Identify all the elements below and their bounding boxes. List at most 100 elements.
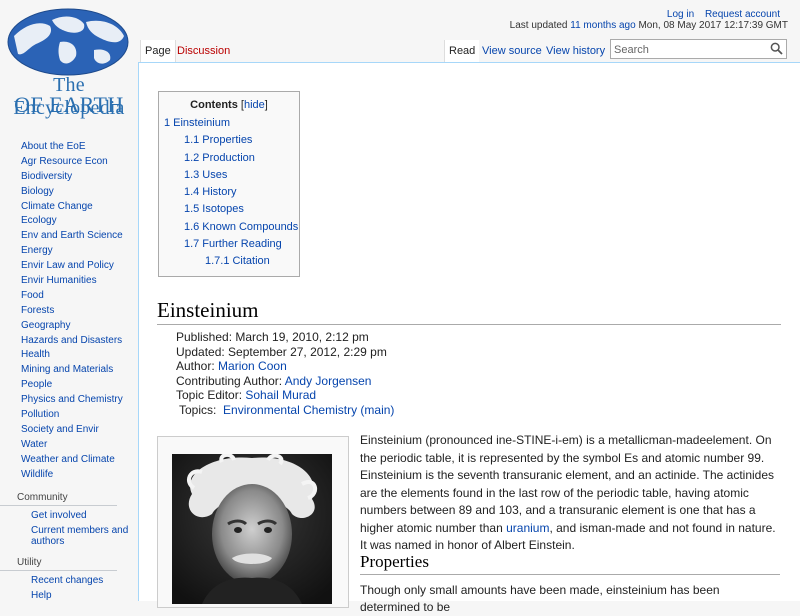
sidebar-item-water[interactable]: Water: [0, 438, 138, 453]
intro-text-1: Einsteinium (pronounced ine-STINE-i-em) …: [360, 433, 775, 535]
sidebar-item-envir-humanities[interactable]: Envir Humanities: [0, 274, 138, 289]
toc-label: Production: [202, 151, 255, 164]
toc-link[interactable]: 1.1 Properties: [184, 134, 252, 146]
community-list: Get involved Current members and authors: [0, 510, 138, 547]
toc-title-text: Contents: [190, 99, 238, 111]
request-account-link[interactable]: Request account: [705, 9, 780, 20]
toc-link[interactable]: 1.5 Isotopes: [184, 203, 244, 215]
editor-label: Topic Editor:: [176, 388, 243, 402]
logo-text-bottom: OF EARTH: [14, 92, 124, 117]
author-link[interactable]: Marion Coon: [218, 359, 287, 373]
sidebar-item-biology[interactable]: Biology: [0, 185, 138, 200]
sidebar-item-forests[interactable]: Forests: [0, 304, 138, 319]
personal-tools: Log in Request account: [659, 9, 780, 20]
sidebar-item-pollution[interactable]: Pollution: [0, 408, 138, 423]
toc-title: Contents [hide]: [190, 99, 268, 111]
toc-item[interactable]: 1.3 Uses: [159, 167, 299, 184]
toc-item[interactable]: 1.1 Properties: [159, 132, 299, 149]
sidebar-item-ecology[interactable]: Ecology: [0, 214, 138, 229]
toc-link[interactable]: 1 Einsteinium: [164, 117, 230, 129]
toc-hide-link[interactable]: hide: [244, 99, 265, 111]
table-of-contents: Contents [hide] 1 Einsteinium 1.1 Propertie…: [158, 91, 300, 277]
sidebar-item-geography[interactable]: Geography: [0, 319, 138, 334]
topic-editor-link[interactable]: Sohail Murad: [245, 388, 316, 402]
sidebar-item-people[interactable]: People: [0, 378, 138, 393]
utility-heading: Utility: [0, 557, 117, 572]
toc-label: Further Reading: [202, 238, 282, 251]
toc-item[interactable]: 1.2 Production: [159, 150, 299, 167]
sidebar-item-weather-and-climate[interactable]: Weather and Climate: [0, 453, 138, 468]
toc-link[interactable]: 1.2 Production: [184, 152, 255, 164]
sidebar-item-about-the-eoe[interactable]: About the EoE: [0, 140, 138, 155]
toc-label: Isotopes: [202, 203, 244, 216]
site-logo[interactable]: The Encyclopedia OF EARTH: [0, 0, 138, 120]
sidebar-item-climate-change[interactable]: Climate Change: [0, 200, 138, 215]
tab-page[interactable]: Page: [140, 40, 176, 62]
tab-read[interactable]: Read: [444, 40, 480, 62]
sidebar-item-mining-and-materials[interactable]: Mining and Materials: [0, 363, 138, 378]
portrait-image[interactable]: [172, 454, 332, 604]
sidebar-item-society-and-envir[interactable]: Society and Envir: [0, 423, 138, 438]
topics-label: Topics:: [179, 402, 217, 417]
sidebar-item-agr-resource-econ[interactable]: Agr Resource Econ: [0, 155, 138, 170]
last-updated-prefix: Last updated: [509, 20, 568, 31]
toc-link[interactable]: 1.7 Further Reading: [184, 238, 282, 250]
toc-item[interactable]: 1 Einsteinium: [159, 115, 299, 132]
sidebar-item-envir-law-and-policy[interactable]: Envir Law and Policy: [0, 259, 138, 274]
properties-text: Though only small amounts have been made…: [360, 583, 720, 614]
toc-number: 1: [164, 117, 171, 129]
search-input[interactable]: [611, 41, 767, 59]
sidebar-item-energy[interactable]: Energy: [0, 244, 138, 259]
sidebar-item-biodiversity[interactable]: Biodiversity: [0, 170, 138, 185]
sidebar-item-physics-and-chemistry[interactable]: Physics and Chemistry: [0, 393, 138, 408]
search-icon[interactable]: [770, 42, 783, 55]
toc-item[interactable]: 1.4 History: [159, 184, 299, 201]
utility-list: Recent changes Help: [0, 575, 138, 601]
image-frame: [157, 436, 349, 608]
community-item-current-members-and-authors[interactable]: Current members and authors: [0, 525, 131, 547]
sidebar-item-env-and-earth-science[interactable]: Env and Earth Science: [0, 229, 138, 244]
globe-icon: [7, 8, 129, 76]
toc-label: Uses: [202, 168, 228, 181]
toc-link[interactable]: 1.4 History: [184, 186, 237, 198]
toc-item[interactable]: 1.7 Further Reading: [159, 236, 299, 253]
toc-number: 1.3: [184, 168, 200, 181]
toc-number: 1.6: [184, 220, 200, 233]
sidebar-item-wildlife[interactable]: Wildlife: [0, 468, 138, 483]
search-box: [610, 39, 787, 59]
toc-list: 1 Einsteinium 1.1 Properties 1.2 Production 1.…: [159, 115, 299, 271]
contributing-author-link[interactable]: Andy Jorgensen: [285, 374, 372, 388]
toc-label: Known Compounds: [202, 220, 299, 233]
tab-view-source[interactable]: View source: [478, 40, 546, 62]
toc-link[interactable]: 1.3 Uses: [184, 169, 227, 181]
toc-item[interactable]: 1.6 Known Compounds: [159, 219, 299, 236]
uranium-link[interactable]: uranium: [506, 521, 549, 535]
toc-label: Einsteinium: [173, 117, 230, 129]
community-heading: Community: [0, 492, 117, 507]
toc-number: 1.5: [184, 203, 200, 216]
toc-link[interactable]: 1.6 Known Compounds: [184, 221, 298, 233]
updated-date: Updated: September 27, 2012, 2:29 pm: [176, 344, 387, 359]
author-label: Author:: [176, 359, 215, 373]
login-link[interactable]: Log in: [667, 9, 694, 20]
page-title: Einsteinium: [157, 298, 781, 325]
sidebar-item-food[interactable]: Food: [0, 289, 138, 304]
properties-heading: Properties: [360, 552, 780, 575]
sidebar-item-health[interactable]: Health: [0, 348, 138, 363]
intro-paragraph: Einsteinium (pronounced ine-STINE-i-em) …: [360, 432, 780, 555]
toc-number: 1.7: [184, 238, 200, 251]
utility-item-recent-changes[interactable]: Recent changes: [0, 575, 131, 586]
topics-link[interactable]: Environmental Chemistry (main): [223, 403, 394, 417]
last-updated-link[interactable]: 11 months ago: [570, 20, 635, 31]
toc-item[interactable]: 1.5 Isotopes: [159, 201, 299, 218]
tab-view-history[interactable]: View history: [542, 40, 609, 62]
toc-link[interactable]: 1.7.1 Citation: [205, 255, 270, 267]
toc-item[interactable]: 1.7.1 Citation: [159, 253, 299, 270]
community-item-get-involved[interactable]: Get involved: [0, 510, 131, 521]
last-updated: Last updated 11 months ago Mon, 08 May 2…: [510, 20, 788, 31]
toc-label: Properties: [202, 134, 253, 147]
tab-discussion[interactable]: Discussion: [173, 40, 234, 62]
toc-label: History: [202, 186, 237, 199]
published-date: Published: March 19, 2010, 2:12 pm: [176, 330, 369, 344]
sidebar-item-hazards-and-disasters[interactable]: Hazards and Disasters: [0, 334, 138, 349]
